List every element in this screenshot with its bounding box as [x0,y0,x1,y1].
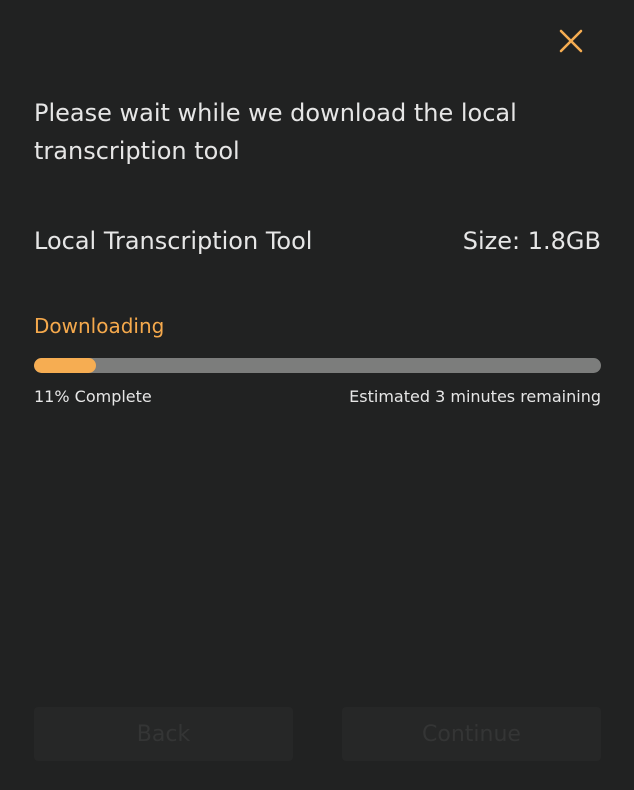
tool-size: Size: 1.8GB [462,227,601,255]
dialog-heading: Please wait while we download the local … [34,99,517,165]
tool-info-row: Local Transcription Tool Size: 1.8GB [34,224,601,258]
progress-bar-fill [34,358,97,373]
progress-bar [34,358,601,373]
download-dialog: Please wait while we download the local … [0,0,634,790]
back-button[interactable]: Back [34,707,293,761]
continue-button[interactable]: Continue [342,707,601,761]
download-status: Downloading [34,314,165,338]
tool-name: Local Transcription Tool [34,227,313,255]
close-x-icon [559,29,583,53]
close-button[interactable] [557,27,585,55]
eta-label: Estimated 3 minutes remaining [349,387,601,406]
progress-meta: 11% Complete Estimated 3 minutes remaini… [34,386,601,408]
progress-percent-label: 11% Complete [34,387,152,406]
